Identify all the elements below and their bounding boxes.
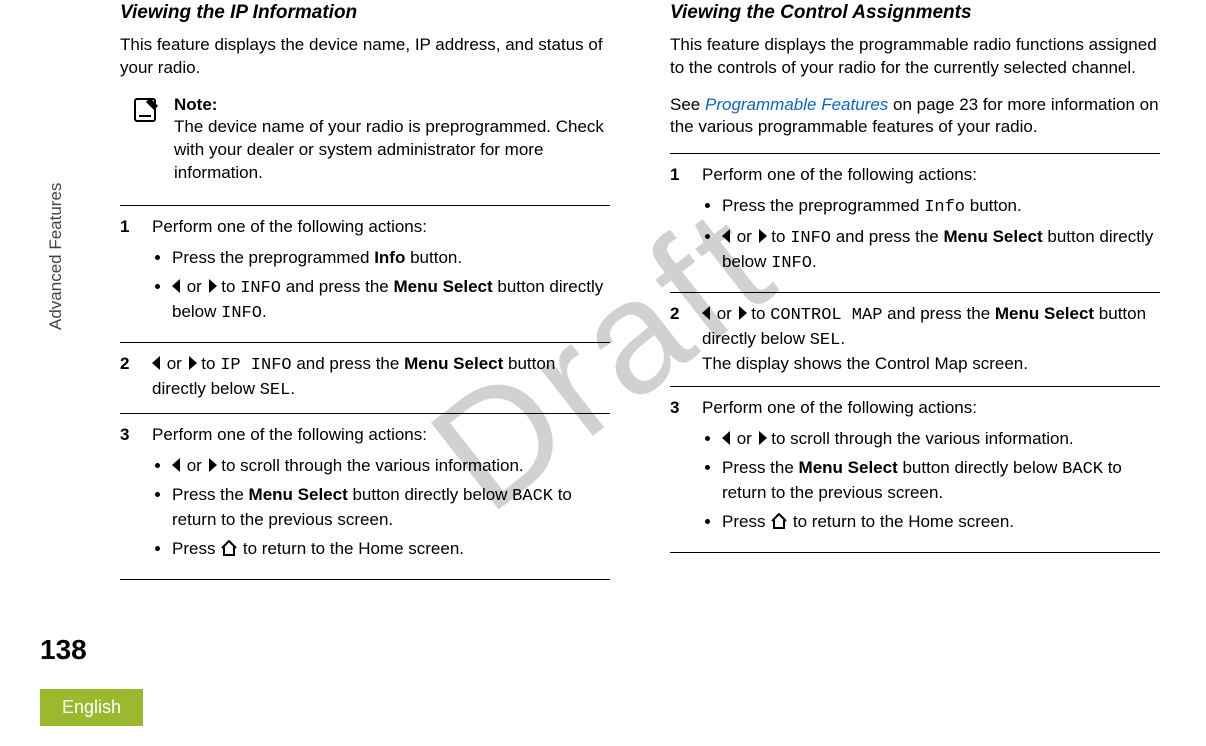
right-step-1: 1 Perform one of the following actions: … [670, 164, 1160, 282]
arrow-left-icon [172, 458, 180, 472]
step-text: Perform one of the following actions: [152, 217, 427, 236]
left-steps: 1 Perform one of the following actions: … [120, 205, 610, 579]
arrow-right-icon [209, 279, 217, 293]
step-body: Perform one of the following actions: Pr… [702, 164, 1160, 282]
step-number: 2 [670, 303, 686, 376]
step-body: Perform one of the following actions: Pr… [152, 216, 610, 332]
list-item: or to INFO and press the Menu Select but… [172, 276, 610, 326]
columns: Viewing the IP Information This feature … [0, 0, 1206, 590]
step-number: 3 [670, 397, 686, 542]
list-item: or to scroll through the various informa… [722, 428, 1160, 451]
arrow-left-icon [722, 229, 730, 243]
step-text: Perform one of the following actions: [152, 425, 427, 444]
step-text: Perform one of the following actions: [702, 398, 977, 417]
page-number: 138 [40, 634, 87, 666]
note-text: The device name of your radio is preprog… [174, 116, 610, 185]
right-column: Viewing the Control Assignments This fea… [670, 0, 1160, 590]
step-number: 1 [120, 216, 136, 332]
step-body: Perform one of the following actions: or… [152, 424, 610, 569]
note-body: Note: The device name of your radio is p… [174, 94, 610, 186]
arrow-right-icon [759, 431, 767, 445]
left-intro: This feature displays the device name, I… [120, 34, 610, 80]
right-heading: Viewing the Control Assignments [670, 0, 1160, 26]
see-paragraph: See Programmable Features on page 23 for… [670, 94, 1160, 140]
arrow-right-icon [739, 306, 747, 320]
arrow-left-icon [152, 356, 160, 370]
arrow-right-icon [189, 356, 197, 370]
right-step-3: 3 Perform one of the following actions: … [670, 397, 1160, 542]
note-block: Note: The device name of your radio is p… [130, 94, 610, 186]
note-icon [130, 96, 160, 186]
sublist: Press the preprogrammed Info button. or … [152, 247, 610, 326]
right-step-2: 2 or to CONTROL MAP and press the Menu S… [670, 303, 1160, 376]
step-body: or to IP INFO and press the Menu Select … [152, 353, 610, 403]
list-item: Press to return to the Home screen. [172, 538, 610, 563]
step-text: Perform one of the following actions: [702, 165, 977, 184]
arrow-left-icon [702, 306, 710, 320]
step-number: 2 [120, 353, 136, 403]
page: Draft Viewing the IP Information This fe… [0, 0, 1206, 746]
left-step-1: 1 Perform one of the following actions: … [120, 216, 610, 332]
left-step-2: 2 or to IP INFO and press the Menu Selec… [120, 353, 610, 403]
left-step-3: 3 Perform one of the following actions: … [120, 424, 610, 569]
programmable-features-link[interactable]: Programmable Features [705, 95, 888, 114]
sublist: or to scroll through the various informa… [702, 428, 1160, 536]
left-column: Viewing the IP Information This feature … [120, 0, 610, 590]
list-item: Press the Menu Select button directly be… [722, 457, 1160, 505]
right-intro: This feature displays the programmable r… [670, 34, 1160, 80]
list-item: Press the preprogrammed Info button. [722, 195, 1160, 220]
list-item: or to INFO and press the Menu Select but… [722, 226, 1160, 276]
arrow-left-icon [172, 279, 180, 293]
step-number: 3 [120, 424, 136, 569]
sublist: Press the preprogrammed Info button. or … [702, 195, 1160, 276]
step-body: or to CONTROL MAP and press the Menu Sel… [702, 303, 1160, 376]
list-item: Press the preprogrammed Info button. [172, 247, 610, 270]
list-item: or to scroll through the various informa… [172, 455, 610, 478]
arrow-right-icon [759, 229, 767, 243]
step-number: 1 [670, 164, 686, 282]
language-tab: English [40, 689, 143, 726]
list-item: Press to return to the Home screen. [722, 511, 1160, 536]
side-section-label: Advanced Features [46, 183, 66, 330]
home-icon [220, 540, 238, 563]
arrow-right-icon [209, 458, 217, 472]
sublist: or to scroll through the various informa… [152, 455, 610, 563]
left-heading: Viewing the IP Information [120, 0, 610, 26]
step-body: Perform one of the following actions: or… [702, 397, 1160, 542]
note-label: Note: [174, 94, 610, 117]
right-steps: 1 Perform one of the following actions: … [670, 153, 1160, 552]
step-line2: The display shows the Control Map screen… [702, 353, 1160, 376]
arrow-left-icon [722, 431, 730, 445]
list-item: Press the Menu Select button directly be… [172, 484, 610, 532]
home-icon [770, 513, 788, 536]
